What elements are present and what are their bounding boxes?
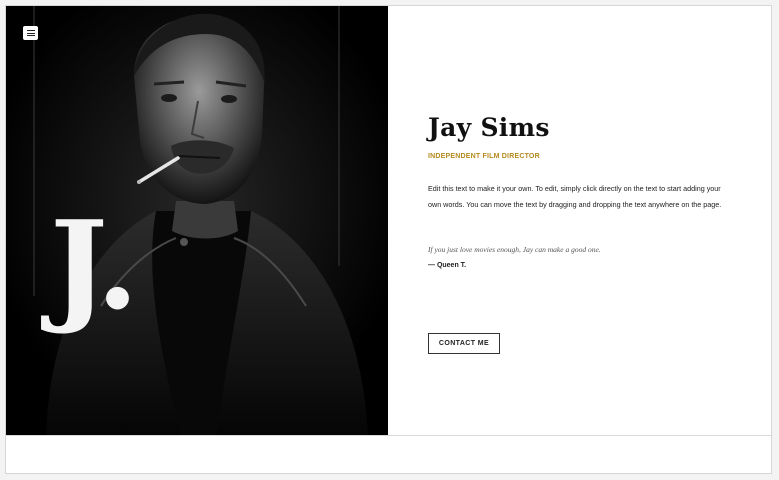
contact-me-button[interactable]: CONTACT ME — [428, 333, 500, 354]
hero-section: J. Jay Sims INDEPENDENT FILM DIRECTOR Ed… — [6, 6, 771, 436]
quote-text: If you just love movies enough, Jay can … — [428, 245, 601, 254]
menu-lines — [26, 30, 35, 36]
quote-author: — Queen T. — [428, 262, 467, 269]
bio-text: Edit this text to make it your own. To e… — [428, 184, 722, 209]
hamburger-menu-icon[interactable] — [23, 26, 38, 40]
page-title: Jay Sims — [428, 113, 550, 142]
monogram: J. — [50, 193, 139, 337]
portrait-photo: J. — [6, 6, 388, 435]
page-frame: J. Jay Sims INDEPENDENT FILM DIRECTOR Ed… — [5, 5, 772, 474]
role-subtitle: INDEPENDENT FILM DIRECTOR — [428, 153, 540, 160]
